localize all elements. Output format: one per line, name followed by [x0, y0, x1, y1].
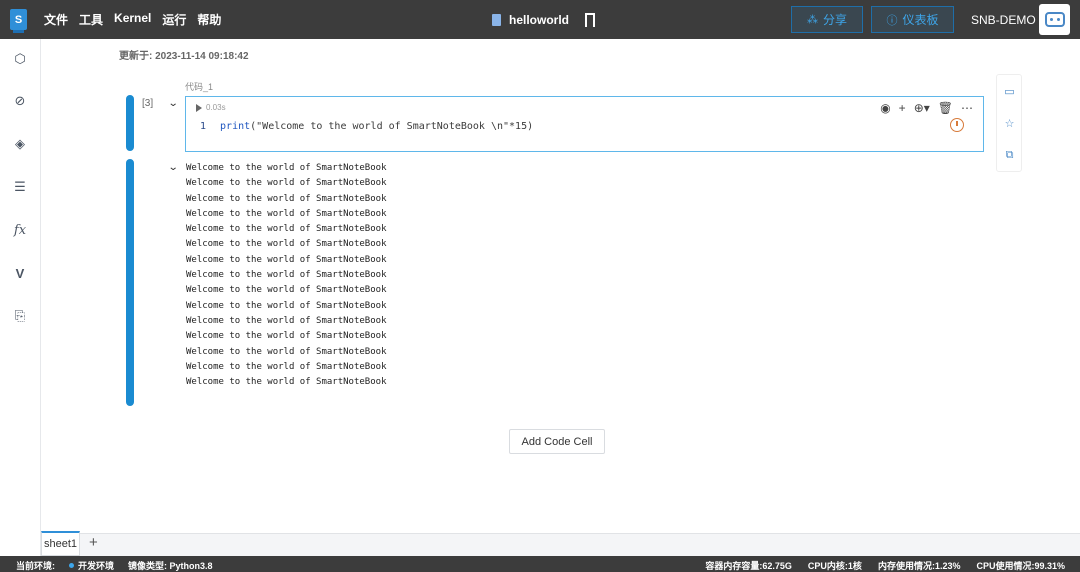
menu-file[interactable]: 文件	[44, 11, 68, 28]
output-line: Welcome to the world of SmartNoteBook	[186, 331, 387, 342]
menu-kernel[interactable]: Kernel	[114, 11, 151, 28]
robot-avatar-icon	[1044, 12, 1065, 27]
output-selection-bar[interactable]	[126, 159, 134, 406]
status-right: 容器内存容量:62.75G CPU内核:1核 内存使用情况:1.23% CPU使…	[705, 559, 1065, 572]
cell-toolbar: ◉ + ⊕▾ 🗑 ⋯	[880, 101, 973, 115]
output-line: Welcome to the world of SmartNoteBook	[186, 239, 387, 250]
env-label: 当前环境:	[16, 561, 55, 571]
cell-selection-bar[interactable]	[126, 95, 134, 151]
file-code-icon[interactable]: ⎘	[13, 308, 27, 323]
output-line: Welcome to the world of SmartNoteBook	[186, 254, 387, 265]
code-line[interactable]: 1 print("Welcome to the world of SmartNo…	[200, 121, 533, 132]
code-cell-editor[interactable]: 0.03s 1 print("Welcome to the world of S…	[185, 96, 984, 152]
notebook-icon	[492, 13, 501, 26]
output-line: Welcome to the world of SmartNoteBook	[186, 193, 387, 204]
output-line: Welcome to the world of SmartNoteBook	[186, 346, 387, 357]
env-status-dot	[69, 563, 74, 568]
dashboard-icon: ⓘ	[886, 14, 898, 27]
layers-icon[interactable]: ◈	[13, 136, 27, 151]
share-icon: ⁂	[806, 14, 818, 26]
memory-capacity: 容器内存容量:62.75G	[705, 561, 792, 571]
menu-help[interactable]: 帮助	[197, 11, 221, 28]
app-logo[interactable]: S	[10, 9, 27, 33]
cell-type-dropdown-icon[interactable]: ⊕▾	[914, 101, 930, 115]
collapse-cell-chevron-icon[interactable]: ⌄	[168, 98, 179, 109]
share-label: 分享	[822, 13, 847, 27]
menu-run[interactable]: 运行	[162, 11, 186, 28]
function-icon[interactable]: fx	[13, 223, 27, 238]
code-panel-icon[interactable]: ⧉	[1003, 149, 1016, 162]
execution-count: [3]	[142, 98, 154, 109]
code-function: print	[220, 121, 251, 132]
status-left: 当前环境: 开发环境 镜像类型: Python3.8	[16, 559, 213, 572]
tab-sheet1[interactable]: sheet1	[41, 531, 80, 556]
output-line: Welcome to the world of SmartNoteBook	[186, 361, 387, 372]
more-icon[interactable]: ⋯	[961, 101, 973, 115]
code-source[interactable]: print("Welcome to the world of SmartNote…	[220, 121, 533, 132]
paperclip-icon[interactable]: ⊘	[13, 93, 27, 108]
output-line: Welcome to the world of SmartNoteBook	[186, 270, 387, 281]
output-line: Welcome to the world of SmartNoteBook	[186, 224, 387, 235]
output-line: Welcome to the world of SmartNoteBook	[186, 285, 387, 296]
main-menu: 文件 工具 Kernel 运行 帮助	[44, 11, 221, 28]
image-type: 镜像类型: Python3.8	[128, 561, 213, 571]
env-value-group: 开发环境	[69, 559, 114, 572]
document-title-area: helloworld	[492, 0, 595, 39]
top-bar: S 文件 工具 Kernel 运行 帮助 helloworld ⁂ 分享 ⓘ 仪…	[0, 0, 1080, 39]
output-line: Welcome to the world of SmartNoteBook	[186, 300, 387, 311]
cell-output: Welcome to the world of SmartNoteBook Wel…	[186, 161, 386, 390]
line-number: 1	[200, 121, 207, 132]
cpu-cores: CPU内核:1核	[807, 561, 862, 571]
output-line: Welcome to the world of SmartNoteBook	[186, 377, 387, 388]
eye-icon[interactable]: ◉	[880, 101, 890, 115]
memory-usage: 内存使用情况:1.23%	[877, 561, 961, 571]
add-code-cell-button[interactable]: Add Code Cell	[509, 429, 605, 454]
left-sidebar: ⬡ ⊘ ◈ ☰ fx V ⎘	[0, 39, 41, 556]
add-sheet-button[interactable]: +	[89, 534, 98, 551]
output-line: Welcome to the world of SmartNoteBook	[186, 315, 387, 326]
add-icon[interactable]: +	[899, 101, 906, 115]
dashboard-label: 仪表板	[902, 13, 939, 27]
updated-timestamp: 更新于: 2023-11-14 09:18:42	[119, 51, 249, 62]
output-line: Welcome to the world of SmartNoteBook	[186, 163, 387, 173]
run-time: 0.03s	[206, 103, 226, 112]
cube-icon[interactable]: ⬡	[13, 51, 27, 66]
document-title[interactable]: helloworld	[509, 13, 569, 27]
dashboard-button[interactable]: ⓘ 仪表板	[871, 6, 954, 33]
variable-icon[interactable]: V	[13, 266, 27, 281]
comment-icon[interactable]: ▭	[1003, 85, 1016, 98]
run-status: 0.03s	[196, 103, 226, 112]
avatar[interactable]	[1039, 4, 1070, 35]
share-button[interactable]: ⁂ 分享	[791, 6, 863, 33]
env-value: 开发环境	[78, 561, 115, 571]
delete-icon[interactable]: 🗑	[938, 101, 953, 115]
star-icon[interactable]: ☆	[1003, 117, 1016, 130]
output-line: Welcome to the world of SmartNoteBook	[186, 208, 387, 219]
execution-status-icon[interactable]	[950, 118, 964, 132]
cpu-usage: CPU使用情况:99.31%	[976, 561, 1065, 571]
run-cell-icon[interactable]	[196, 103, 202, 112]
collapse-output-chevron-icon[interactable]: ⌄	[168, 162, 179, 173]
output-line: Welcome to the world of SmartNoteBook	[186, 178, 387, 189]
bookmark-icon[interactable]	[585, 12, 595, 31]
status-bar: 当前环境: 开发环境 镜像类型: Python3.8 容器内存容量:62.75G…	[0, 556, 1080, 572]
menu-tools[interactable]: 工具	[79, 11, 103, 28]
code-args: ("Welcome to the world of SmartNoteBook …	[250, 121, 534, 132]
list-icon[interactable]: ☰	[13, 179, 27, 194]
cell-label: 代码_1	[185, 82, 214, 92]
sheet-tabs: sheet1 +	[41, 531, 1080, 556]
user-name[interactable]: SNB-DEMO	[971, 13, 1036, 27]
side-toolbar: ▭ ☆ ⧉	[996, 74, 1022, 172]
notebook-area: 更新于: 2023-11-14 09:18:42 代码_1 [3] ⌄ 0.03…	[41, 39, 1080, 533]
